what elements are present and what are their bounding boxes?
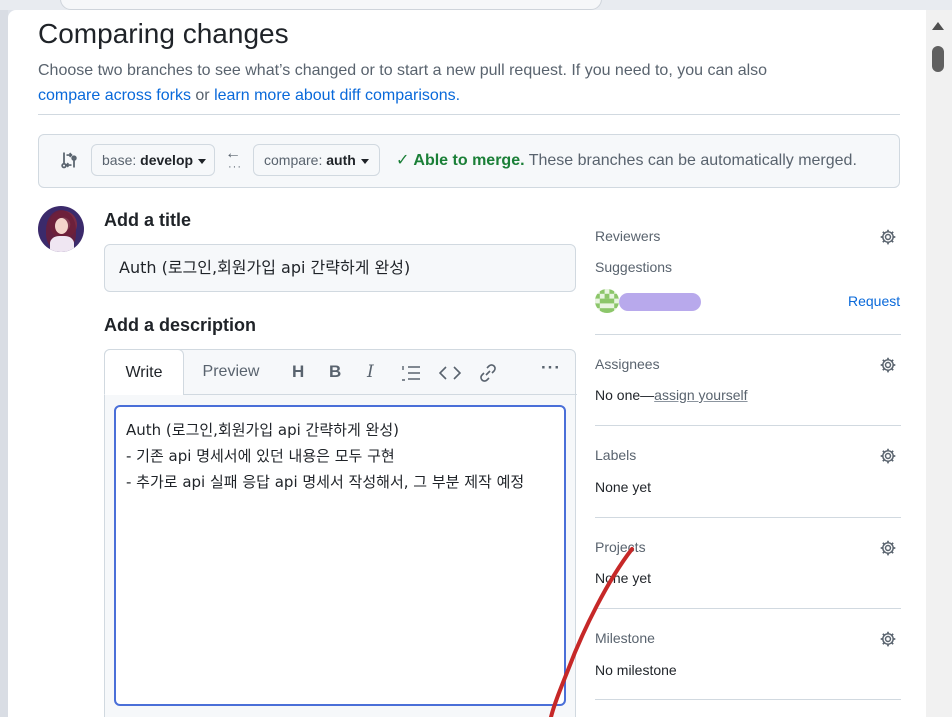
heading-icon[interactable]: H	[292, 362, 304, 382]
gear-icon[interactable]	[879, 356, 897, 374]
reviewer-name-redacted	[619, 293, 701, 311]
compare-branch-select[interactable]: compare: auth	[253, 144, 380, 176]
reviewers-title[interactable]: Reviewers	[595, 228, 660, 244]
labels-section: Labels None yet	[595, 447, 901, 507]
assignees-none: No one—	[595, 387, 655, 403]
gear-icon[interactable]	[879, 539, 897, 557]
milestone-section: Milestone No milestone	[595, 630, 901, 690]
labels-value: None yet	[595, 479, 652, 495]
tab-preview[interactable]: Preview	[193, 350, 269, 394]
projects-title[interactable]: Projects	[595, 539, 646, 555]
compare-bar: base: develop ← ··· compare: auth ✓ Able …	[38, 134, 900, 188]
ellipsis-icon: ···	[228, 161, 242, 173]
caret-down-icon	[360, 158, 369, 164]
vertical-scrollbar[interactable]	[926, 10, 952, 717]
milestone-value: No milestone	[595, 662, 677, 678]
projects-value: None yet	[595, 570, 652, 586]
divider	[38, 114, 900, 115]
base-branch-name: develop	[140, 152, 194, 168]
divider	[595, 334, 901, 335]
assign-yourself-link[interactable]: assign yourself	[654, 387, 747, 403]
avatar-face	[55, 218, 68, 234]
gear-icon[interactable]	[879, 228, 897, 246]
more-options-icon[interactable]: ···	[541, 358, 561, 378]
base-prefix: base:	[102, 152, 137, 168]
subtitle-text: Choose two branches to see what’s change…	[38, 62, 768, 79]
compare-prefix: compare:	[264, 152, 323, 168]
code-icon[interactable]	[439, 364, 461, 382]
numbered-list-icon[interactable]	[401, 364, 421, 382]
page-title: Comparing changes	[38, 18, 289, 49]
description-label: Add a description	[104, 315, 257, 335]
suggested-reviewer	[595, 289, 715, 315]
title-label: Add a title	[104, 210, 192, 230]
projects-section: Projects None yet	[595, 539, 901, 599]
divider	[595, 608, 901, 609]
compare-branch-name: auth	[326, 152, 356, 168]
compare-page: Comparing changes Choose two branches to…	[8, 10, 926, 717]
request-review-button[interactable]: Request	[848, 293, 900, 309]
title-input[interactable]: Auth (로그인,회원가입 api 간략하게 완성)	[104, 244, 576, 292]
assignees-title[interactable]: Assignees	[595, 356, 660, 372]
toolbar-divider	[183, 394, 577, 395]
merge-status: ✓ Able to merge. These branches can be au…	[396, 150, 857, 170]
learn-more-link[interactable]: learn more about diff comparisons.	[214, 87, 460, 104]
base-branch-select[interactable]: base: develop	[91, 144, 215, 176]
reviewer-avatar	[595, 289, 619, 313]
divider	[595, 517, 901, 518]
tab-write[interactable]: Write	[104, 349, 184, 395]
git-compare-icon	[61, 152, 77, 169]
divider	[595, 699, 901, 700]
scroll-up-icon[interactable]	[932, 22, 944, 30]
link-icon[interactable]	[478, 363, 498, 383]
bold-icon[interactable]: B	[329, 362, 341, 382]
merge-detail-text: These branches can be automatically merg…	[524, 152, 857, 169]
gear-icon[interactable]	[879, 447, 897, 465]
divider	[595, 425, 901, 426]
check-icon: ✓	[396, 152, 410, 169]
assignees-value: No one—assign yourself	[595, 387, 748, 403]
labels-title[interactable]: Labels	[595, 447, 636, 463]
address-bar[interactable]	[60, 0, 602, 10]
reviewers-section: Reviewers Suggestions Request	[595, 228, 901, 328]
milestone-title[interactable]: Milestone	[595, 630, 655, 646]
scroll-thumb[interactable]	[932, 46, 944, 72]
page-subtitle: Choose two branches to see what’s change…	[38, 58, 898, 108]
compare-forks-link[interactable]: compare across forks	[38, 87, 191, 104]
description-editor: Write Preview H B I ··· Auth (로그인,회원가입 a…	[104, 349, 577, 717]
merge-ok-text: Able to merge.	[413, 152, 525, 169]
suggestions-label: Suggestions	[595, 259, 673, 275]
caret-down-icon	[198, 158, 207, 164]
assignees-section: Assignees No one—assign yourself	[595, 356, 901, 416]
description-textarea[interactable]: Auth (로그인,회원가입 api 간략하게 완성) - 기존 api 명세서…	[114, 405, 566, 706]
italic-icon[interactable]: I	[367, 362, 374, 382]
browser-chrome	[0, 0, 952, 10]
avatar-body	[50, 236, 74, 252]
subtitle-or: or	[190, 87, 215, 104]
avatar[interactable]	[38, 206, 84, 252]
identicon-icon	[595, 289, 619, 313]
window-frame	[0, 0, 8, 717]
gear-icon[interactable]	[879, 630, 897, 648]
